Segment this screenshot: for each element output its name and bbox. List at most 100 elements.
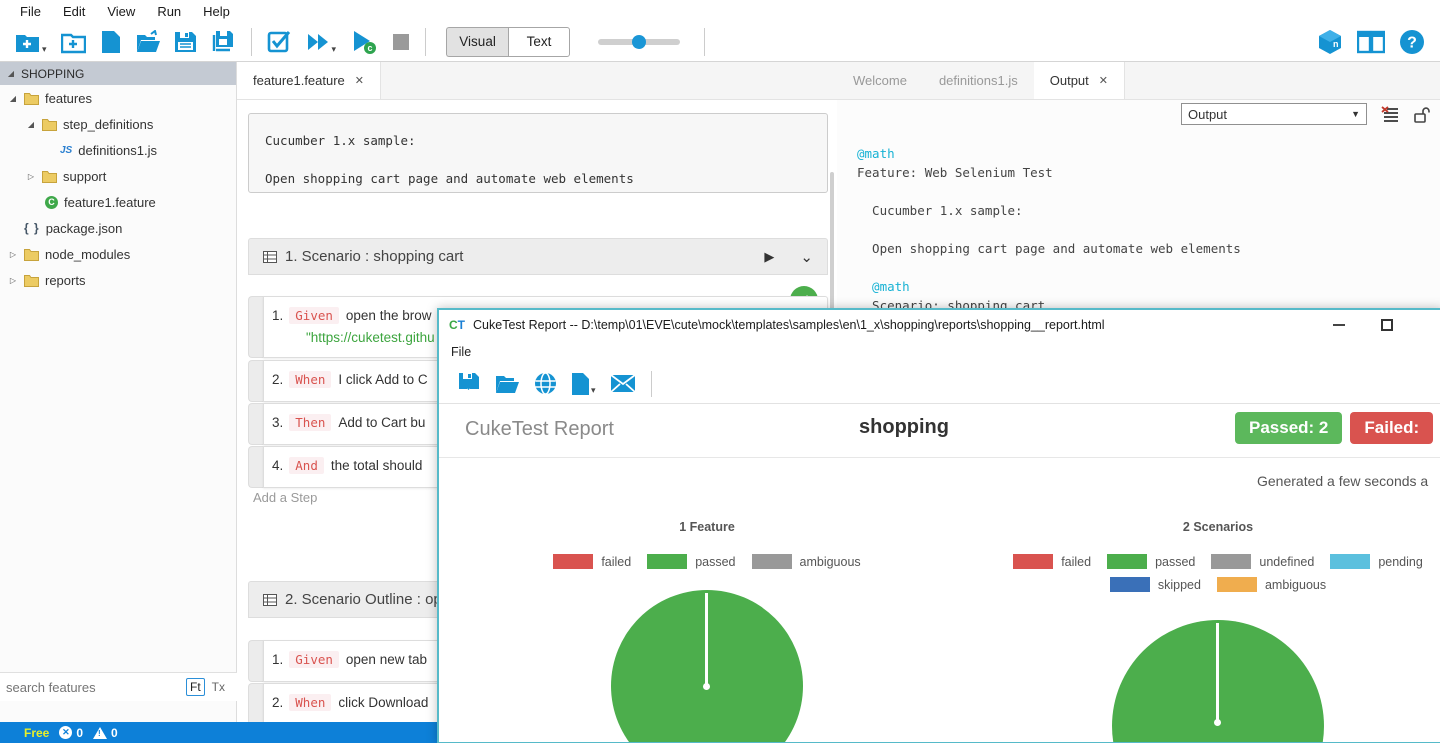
step-drag-handle[interactable] <box>248 296 263 358</box>
tree-item-definitions1-js[interactable]: JS definitions1.js <box>0 137 236 163</box>
tree-expanded-icon[interactable]: ◢ <box>8 94 18 103</box>
visual-mode-button[interactable]: Visual <box>446 26 509 57</box>
folder-icon <box>24 274 39 287</box>
maximize-icon[interactable] <box>1381 319 1393 331</box>
text-mode-button[interactable]: Text <box>508 26 571 57</box>
step-drag-handle[interactable] <box>248 360 263 402</box>
run-current-icon[interactable]: c <box>350 29 378 55</box>
report-menu-file[interactable]: File <box>451 345 471 359</box>
tree-collapsed-icon[interactable]: ▷ <box>8 276 18 285</box>
step-drag-handle[interactable] <box>248 683 263 725</box>
step-drag-handle[interactable] <box>248 446 263 488</box>
open-in-browser-icon[interactable] <box>534 372 557 395</box>
menu-edit[interactable]: Edit <box>53 2 95 21</box>
legend-item-failed: failed <box>553 554 631 569</box>
menu-view[interactable]: View <box>97 2 145 21</box>
stop-icon[interactable] <box>392 33 410 51</box>
new-project-icon[interactable]: ▾ <box>15 30 47 54</box>
warning-counter[interactable]: 0 <box>93 726 118 740</box>
search-tx-toggle[interactable]: Tx <box>209 679 228 695</box>
help-icon[interactable]: ? <box>1399 29 1425 55</box>
scenario-title: 2. Scenario Outline : op <box>285 591 442 608</box>
tree-item-label: support <box>63 168 107 184</box>
step-drag-handle[interactable] <box>248 640 263 682</box>
chevron-down-icon[interactable]: ⌄ <box>800 248 813 266</box>
save-report-icon[interactable] <box>458 372 481 395</box>
tree-collapsed-icon[interactable]: ▷ <box>8 250 18 259</box>
tree-item-support[interactable]: ▷ support <box>0 163 236 189</box>
tree-item-feature1-feature[interactable]: C feature1.feature <box>0 189 236 215</box>
menu-run[interactable]: Run <box>147 2 191 21</box>
layout-panels-icon[interactable] <box>1357 30 1385 54</box>
editor-scrollbar[interactable] <box>830 172 834 322</box>
package-cube-icon[interactable]: n <box>1317 29 1343 55</box>
report-app-name: CukeTest Report <box>465 418 614 440</box>
save-icon[interactable] <box>174 30 197 54</box>
tree-expanded-icon[interactable]: ◢ <box>6 69 16 78</box>
new-file-icon[interactable] <box>100 30 121 54</box>
console-line: Cucumber 1.x sample: <box>857 203 1023 218</box>
run-all-icon[interactable]: ▾ <box>305 30 336 54</box>
search-input[interactable] <box>6 679 182 695</box>
minimize-icon[interactable] <box>1333 324 1345 326</box>
check-syntax-icon[interactable] <box>267 30 291 54</box>
tree-item-features[interactable]: ◢ features <box>0 85 236 111</box>
unlock-icon[interactable] <box>1413 106 1430 123</box>
tab-definitions1-js[interactable]: definitions1.js <box>923 62 1034 99</box>
open-file-icon[interactable] <box>135 29 160 54</box>
feature-description[interactable]: Cucumber 1.x sample: Open shopping cart … <box>248 113 828 193</box>
json-file-icon: { } <box>24 221 40 235</box>
step-number: 1. <box>272 652 284 667</box>
legend-item-passed: passed <box>1107 554 1195 569</box>
step-number: 3. <box>272 415 284 430</box>
tree-item-label: feature1.feature <box>64 194 156 210</box>
tab-output[interactable]: Output ✕ <box>1033 62 1125 99</box>
project-root-header[interactable]: ◢ SHOPPING <box>0 62 236 85</box>
add-folder-icon[interactable] <box>60 30 86 54</box>
project-sidebar: ◢ SHOPPING ◢ features ◢ step_definitions… <box>0 62 237 722</box>
close-icon[interactable]: ✕ <box>355 74 364 87</box>
play-icon[interactable]: ▶ <box>764 249 774 265</box>
export-report-icon[interactable]: ▾ <box>571 372 596 395</box>
tree-item-label: step_definitions <box>63 116 154 132</box>
error-counter[interactable]: ✕ 0 <box>59 726 83 740</box>
cuketest-logo-icon: CT <box>449 318 466 332</box>
output-channel-select[interactable]: Output ▼ <box>1181 103 1367 125</box>
search-ft-toggle[interactable]: Ft <box>186 678 205 696</box>
send-email-icon[interactable] <box>609 374 636 393</box>
folder-icon <box>42 170 57 183</box>
tree-item-package-json[interactable]: { } package.json <box>0 215 236 241</box>
scenario1-header[interactable]: 1. Scenario : shopping cart ▶ ⌄ <box>248 238 828 275</box>
zoom-slider[interactable] <box>598 34 681 49</box>
menu-file[interactable]: File <box>10 2 51 21</box>
tree-item-label: definitions1.js <box>78 142 158 158</box>
tree-item-reports[interactable]: ▷ reports <box>0 267 236 293</box>
tree-item-node-modules[interactable]: ▷ node_modules <box>0 241 236 267</box>
output-console[interactable]: @math Feature: Web Selenium Test Cucumbe… <box>837 128 1440 315</box>
scenario-title: 1. Scenario : shopping cart <box>285 248 464 265</box>
add-step-button[interactable]: Add a Step <box>253 490 317 505</box>
menu-help[interactable]: Help <box>193 2 240 21</box>
step-drag-handle[interactable] <box>248 403 263 445</box>
tab-welcome[interactable]: Welcome <box>837 62 923 99</box>
slider-thumb[interactable] <box>632 34 647 49</box>
chart-legend: skipped ambiguous <box>938 577 1440 592</box>
save-all-icon[interactable] <box>211 30 236 54</box>
legend-swatch <box>1107 554 1148 569</box>
open-report-icon[interactable] <box>495 373 520 395</box>
step-keyword: When <box>289 371 332 388</box>
clear-output-icon[interactable] <box>1381 106 1399 122</box>
report-titlebar[interactable]: CT CukeTest Report -- D:\temp\01\EVE\cut… <box>439 310 1440 340</box>
tab-label: Welcome <box>853 73 907 88</box>
close-icon[interactable]: ✕ <box>1099 74 1108 87</box>
step-keyword: Given <box>289 651 339 668</box>
tree-item-step-definitions[interactable]: ◢ step_definitions <box>0 111 236 137</box>
tab-feature1-feature[interactable]: feature1.feature ✕ <box>237 62 382 99</box>
report-menubar: File <box>439 340 1440 364</box>
step-number: 4. <box>272 458 284 473</box>
tree-collapsed-icon[interactable]: ▷ <box>26 172 36 181</box>
tree-expanded-icon[interactable]: ◢ <box>26 120 36 129</box>
tree-item-label: reports <box>45 272 86 288</box>
